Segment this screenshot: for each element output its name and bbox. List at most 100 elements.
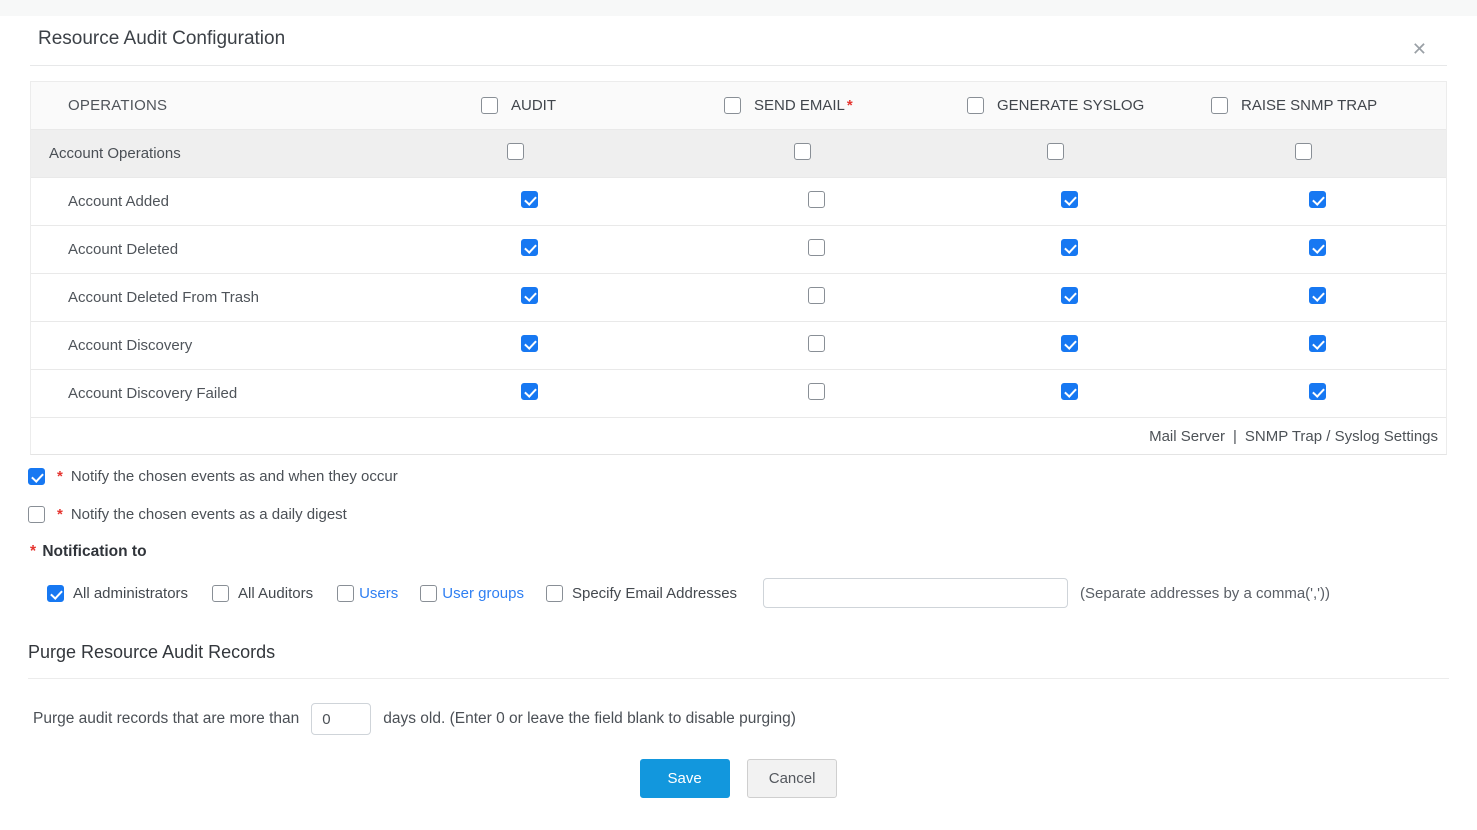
required-asterisk: * [57,468,63,485]
send-email-select-all-checkbox[interactable] [724,97,741,114]
recipients-row: All administrators All Auditors Users Us… [47,578,1447,608]
recipient-users: Users [337,585,398,602]
audit-checkbox[interactable] [521,335,538,352]
email-addresses-input[interactable] [763,578,1068,608]
send-email-checkbox[interactable] [808,287,825,304]
raise-snmp-trap-checkbox[interactable] [1309,335,1326,352]
send-email-checkbox[interactable] [808,335,825,352]
row-label: Account Discovery Failed [31,385,481,402]
notification-to-heading: * Notification to [28,543,1447,561]
row-label: Account Added [31,193,481,210]
column-header-send-email-label: SEND EMAIL* [754,97,855,114]
audit-checkbox[interactable] [521,239,538,256]
table-row: Account Discovery Failed [31,370,1446,418]
required-asterisk: * [847,97,853,114]
footer-links-separator: | [1233,428,1237,445]
table-footer: Mail Server | SNMP Trap / Syslog Setting… [31,418,1446,454]
notification-section: * Notify the chosen events as and when t… [0,455,1477,608]
user-groups-checkbox[interactable] [420,585,437,602]
recipient-user-groups: User groups [420,585,524,602]
generate-syslog-checkbox[interactable] [1061,335,1078,352]
audit-checkbox[interactable] [521,287,538,304]
notify-as-occur-row: * Notify the chosen events as and when t… [28,468,1447,485]
cancel-button[interactable]: Cancel [747,759,838,798]
specify-email-checkbox[interactable] [546,585,563,602]
user-groups-link[interactable]: User groups [442,585,524,602]
save-button[interactable]: Save [640,759,730,798]
raise-snmp-trap-checkbox[interactable] [1309,383,1326,400]
all-auditors-checkbox[interactable] [212,585,229,602]
row-label: Account Deleted From Trash [31,289,481,306]
action-buttons: Save Cancel [0,759,1477,798]
purge-divider [28,678,1449,679]
table-row: Account Added [31,178,1446,226]
send-email-checkbox[interactable] [808,383,825,400]
close-icon[interactable]: ✕ [1412,40,1427,58]
dialog-header: Resource Audit Configuration ✕ [0,16,1477,50]
all-auditors-label: All Auditors [238,585,313,602]
recipient-all-administrators: All administrators [47,585,188,602]
notify-as-occur-checkbox[interactable] [28,468,45,485]
group-row-label: Account Operations [31,145,481,162]
group-audit-checkbox[interactable] [507,143,524,160]
row-label: Account Deleted [31,241,481,258]
row-label: Account Discovery [31,337,481,354]
generate-syslog-select-all-checkbox[interactable] [967,97,984,114]
raise-snmp-trap-checkbox[interactable] [1309,191,1326,208]
specify-email-label: Specify Email Addresses [572,585,737,602]
notify-daily-digest-label: Notify the chosen events as a daily dige… [71,506,347,523]
notification-to-label: Notification to [42,543,146,560]
group-raise-snmp-trap-checkbox[interactable] [1295,143,1312,160]
purge-section-heading: Purge Resource Audit Records [28,642,1477,663]
table-header-row: OPERATIONS AUDIT SEND EMAIL* GENERATE SY… [31,82,1446,130]
page-top-strip [0,0,1477,16]
generate-syslog-checkbox[interactable] [1061,287,1078,304]
group-send-email-checkbox[interactable] [794,143,811,160]
purge-days-input[interactable] [311,703,371,735]
recipient-all-auditors: All Auditors [212,585,313,602]
email-separator-hint: (Separate addresses by a comma(',')) [1080,585,1330,602]
table-row: Account Deleted [31,226,1446,274]
generate-syslog-checkbox[interactable] [1061,239,1078,256]
users-link[interactable]: Users [359,585,398,602]
table-row: Account Deleted From Trash [31,274,1446,322]
column-header-operations: OPERATIONS [31,97,481,114]
mail-server-link[interactable]: Mail Server [1149,428,1225,445]
column-header-raise-snmp-trap-label: RAISE SNMP TRAP [1241,97,1377,114]
raise-snmp-trap-checkbox[interactable] [1309,287,1326,304]
column-header-audit-label: AUDIT [511,97,556,114]
required-asterisk: * [57,506,63,523]
send-email-checkbox[interactable] [808,239,825,256]
table-group-row-account-operations: Account Operations [31,130,1446,178]
column-header-generate-syslog: GENERATE SYSLOG [967,97,1211,114]
generate-syslog-checkbox[interactable] [1061,383,1078,400]
all-administrators-checkbox[interactable] [47,585,64,602]
generate-syslog-checkbox[interactable] [1061,191,1078,208]
audit-operations-table: OPERATIONS AUDIT SEND EMAIL* GENERATE SY… [30,81,1447,455]
column-header-raise-snmp-trap: RAISE SNMP TRAP [1211,97,1446,114]
column-header-generate-syslog-label: GENERATE SYSLOG [997,97,1144,114]
title-divider [30,65,1447,66]
purge-row: Purge audit records that are more than d… [33,703,1477,735]
notify-daily-digest-row: * Notify the chosen events as a daily di… [28,506,1447,523]
users-checkbox[interactable] [337,585,354,602]
notify-as-occur-label: Notify the chosen events as and when the… [71,468,398,485]
notify-daily-digest-checkbox[interactable] [28,506,45,523]
column-header-send-email: SEND EMAIL* [724,97,967,114]
purge-text-after: days old. (Enter 0 or leave the field bl… [383,710,796,728]
audit-select-all-checkbox[interactable] [481,97,498,114]
snmp-syslog-settings-link[interactable]: SNMP Trap / Syslog Settings [1245,428,1438,445]
table-row: Account Discovery [31,322,1446,370]
dialog-title: Resource Audit Configuration [38,28,285,49]
raise-snmp-trap-checkbox[interactable] [1309,239,1326,256]
send-email-checkbox[interactable] [808,191,825,208]
required-asterisk: * [30,543,36,560]
all-administrators-label: All administrators [73,585,188,602]
group-generate-syslog-checkbox[interactable] [1047,143,1064,160]
recipient-specify-email: Specify Email Addresses [546,585,737,602]
audit-checkbox[interactable] [521,383,538,400]
audit-checkbox[interactable] [521,191,538,208]
purge-text-before: Purge audit records that are more than [33,710,299,728]
column-header-audit: AUDIT [481,97,724,114]
raise-snmp-trap-select-all-checkbox[interactable] [1211,97,1228,114]
